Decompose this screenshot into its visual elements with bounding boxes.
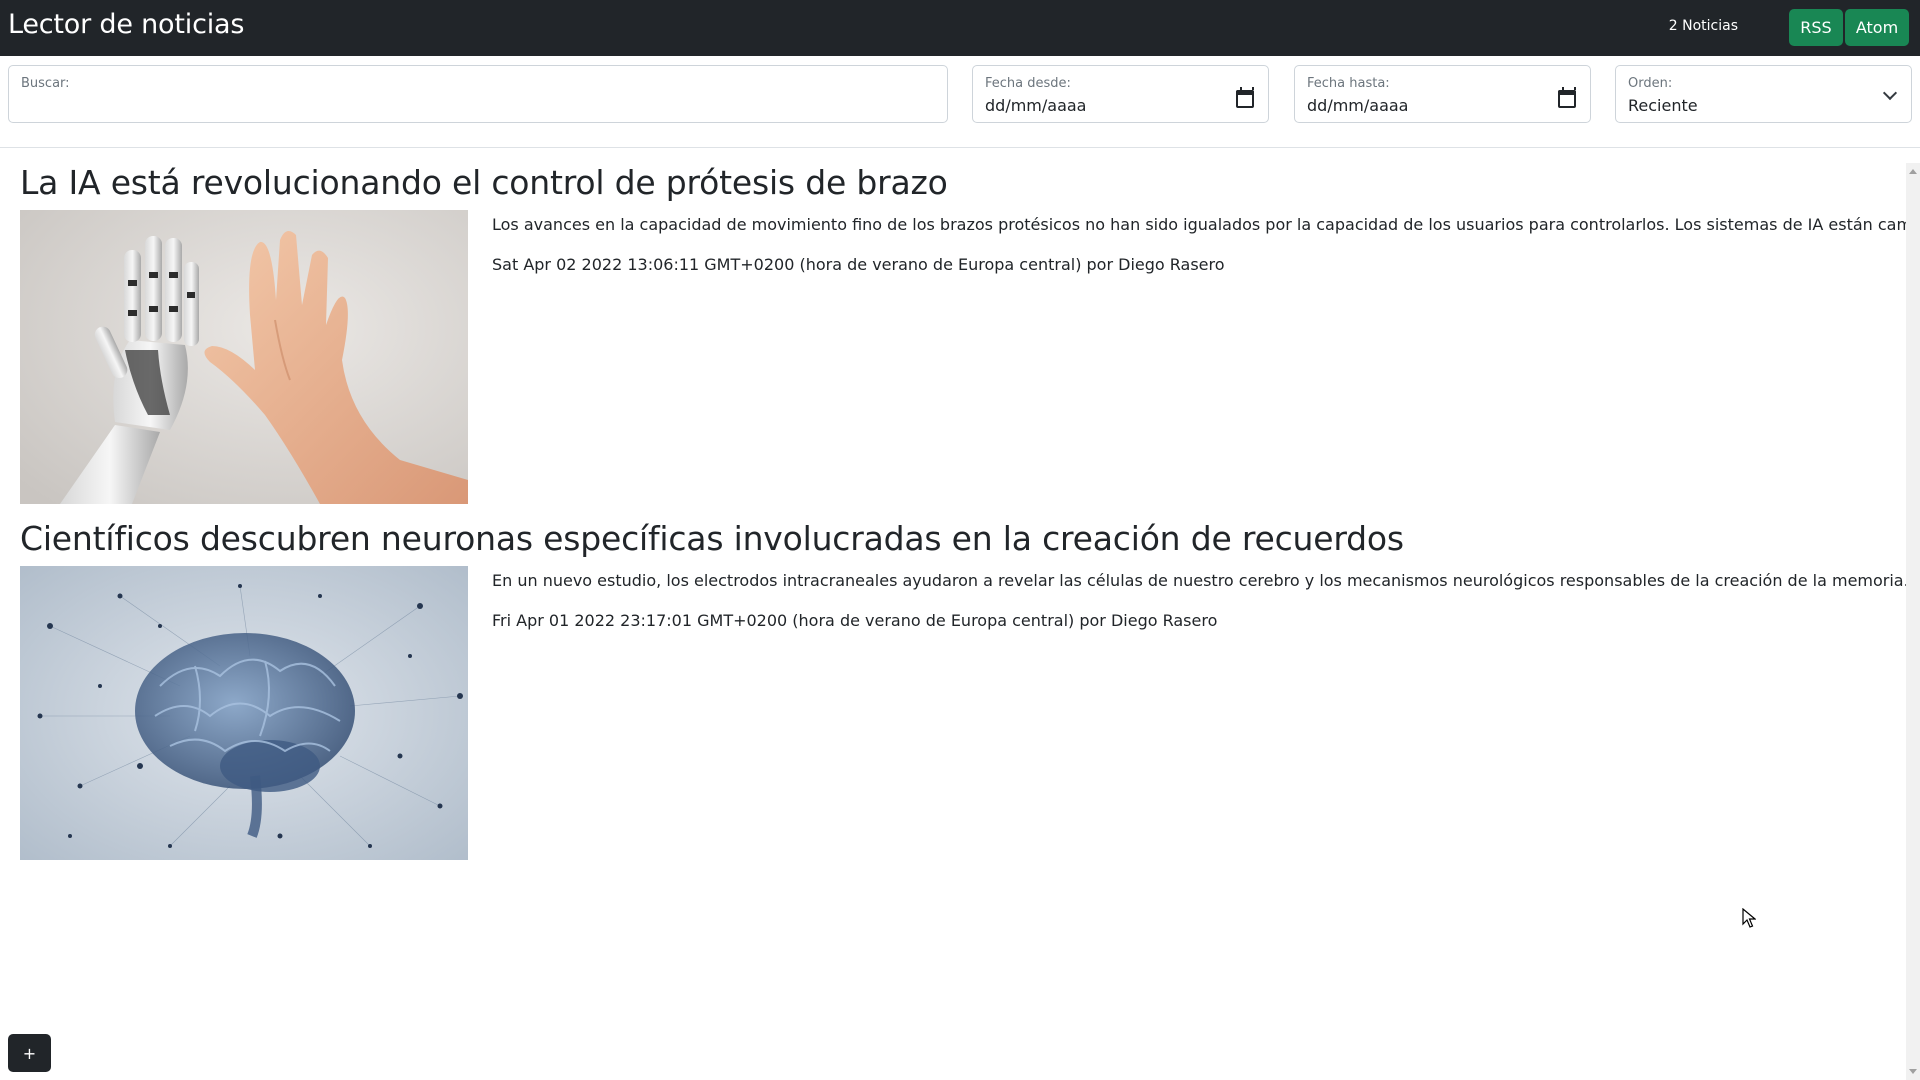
search-input[interactable]: Buscar: bbox=[8, 65, 948, 123]
rss-button[interactable]: RSS bbox=[1789, 9, 1843, 46]
atom-button[interactable]: Atom bbox=[1845, 9, 1909, 46]
news-title[interactable]: Científicos descubren neuronas específic… bbox=[20, 519, 1890, 559]
news-body: Los avances en la capacidad de movimient… bbox=[492, 214, 1920, 276]
neural-brain-image bbox=[20, 566, 468, 860]
order-label: Orden: bbox=[1628, 76, 1673, 91]
scroll-up-icon[interactable] bbox=[1909, 169, 1917, 174]
search-label: Buscar: bbox=[21, 76, 70, 91]
news-body: En un nuevo estudio, los electrodos intr… bbox=[492, 570, 1909, 632]
order-value[interactable]: Reciente bbox=[1628, 96, 1698, 116]
calendar-icon[interactable] bbox=[1558, 87, 1576, 108]
filters-bar: Buscar: Fecha desde: dd/mm/aaaa Fecha ha… bbox=[0, 56, 1920, 148]
date-from-label: Fecha desde: bbox=[985, 76, 1071, 91]
scroll-down-icon[interactable] bbox=[1909, 1069, 1917, 1074]
date-to-field[interactable]: Fecha hasta: dd/mm/aaaa bbox=[1294, 65, 1591, 123]
news-meta: Fri Apr 01 2022 23:17:01 GMT+0200 (hora … bbox=[492, 611, 1218, 630]
date-to-value[interactable]: dd/mm/aaaa bbox=[1307, 96, 1408, 116]
vertical-scrollbar[interactable] bbox=[1906, 163, 1920, 1080]
order-select[interactable]: Orden: Reciente bbox=[1615, 65, 1912, 123]
news-list: La IA está revolucionando el control de … bbox=[0, 149, 1920, 1080]
date-from-value[interactable]: dd/mm/aaaa bbox=[985, 96, 1086, 116]
news-item: Científicos descubren neuronas específic… bbox=[20, 519, 1909, 860]
app-title[interactable]: Lector de noticias bbox=[8, 8, 244, 42]
news-title[interactable]: La IA está revolucionando el control de … bbox=[20, 163, 1890, 203]
calendar-icon[interactable] bbox=[1236, 87, 1254, 108]
add-button[interactable]: + bbox=[8, 1034, 51, 1072]
news-item: La IA está revolucionando el control de … bbox=[20, 163, 1920, 504]
mouse-pointer-icon bbox=[1742, 907, 1757, 932]
chevron-down-icon[interactable] bbox=[1882, 85, 1898, 101]
date-from-field[interactable]: Fecha desde: dd/mm/aaaa bbox=[972, 65, 1269, 123]
date-to-label: Fecha hasta: bbox=[1307, 76, 1390, 91]
robot-hand-high-five-image bbox=[20, 210, 468, 504]
navbar: Lector de noticias 2 Noticias RSS Atom bbox=[0, 0, 1920, 56]
news-description: Los avances en la capacidad de movimient… bbox=[492, 215, 1920, 234]
news-description: En un nuevo estudio, los electrodos intr… bbox=[492, 571, 1909, 590]
news-meta: Sat Apr 02 2022 13:06:11 GMT+0200 (hora … bbox=[492, 255, 1225, 274]
news-count: 2 Noticias bbox=[1668, 18, 1738, 34]
